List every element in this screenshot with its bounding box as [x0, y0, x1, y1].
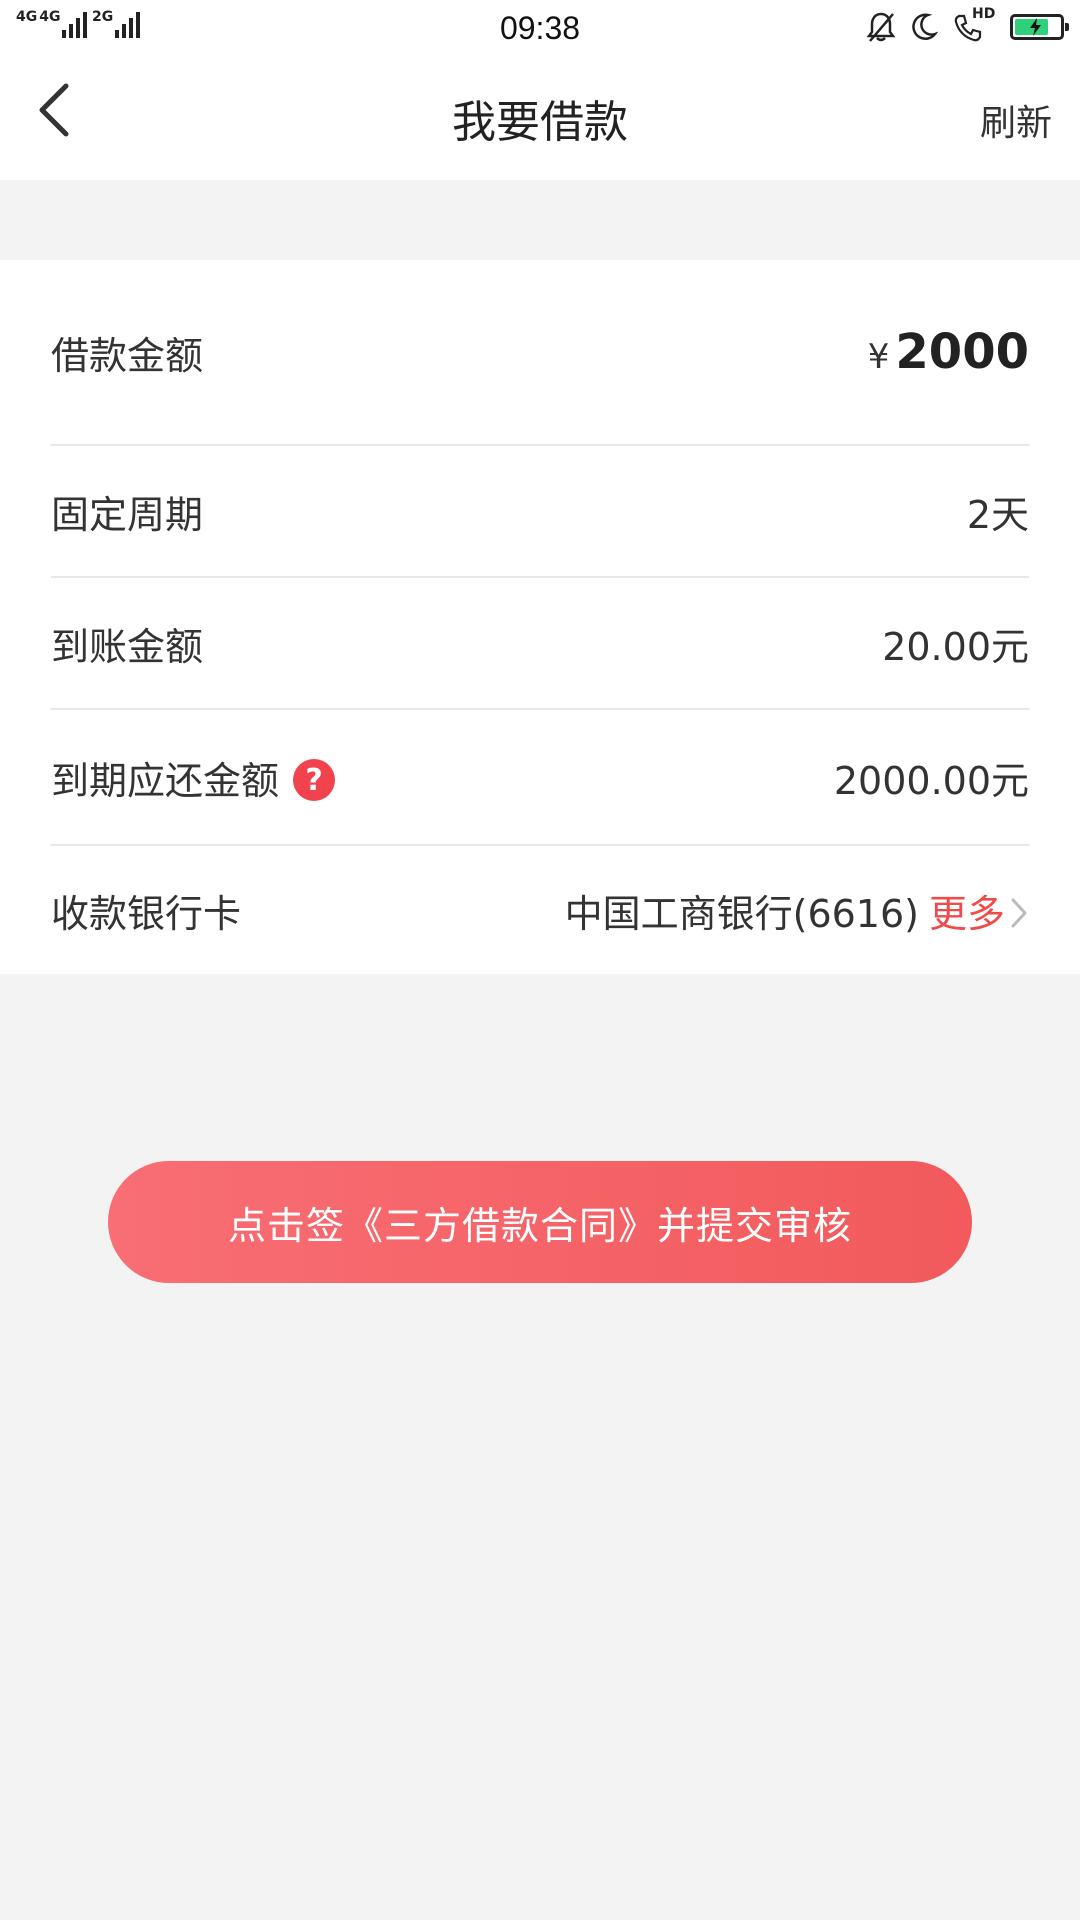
due-amount-value: 2000.00元 [833, 758, 1029, 803]
bank-card-value-wrap: 中国工商银行(6616) 更多 [565, 883, 1029, 938]
due-amount-label: 到期应还金额 [51, 758, 280, 803]
page-title: 我要借款 [452, 97, 628, 148]
refresh-button[interactable]: 刷新 [980, 94, 1052, 146]
bank-card-label: 收款银行卡 [51, 891, 242, 936]
due-amount-label-wrap: 到期应还金额 ? [51, 750, 336, 805]
moon-icon [910, 12, 938, 42]
status-bar: 4G 4G 2G 09:38 HD [0, 0, 1080, 58]
period-value: 2天 [966, 492, 1029, 537]
loan-amount-value: ¥ 2000 [868, 324, 1029, 380]
currency-symbol: ¥ [867, 337, 890, 377]
period-label: 固定周期 [51, 492, 204, 537]
help-icon[interactable]: ? [293, 759, 336, 801]
loan-amount-row: 借款金额 ¥ 2000 [51, 260, 1029, 446]
sign-contract-submit-button[interactable]: 点击签《三方借款合同》并提交审核 [108, 1161, 972, 1283]
received-amount-label: 到账金额 [51, 624, 204, 669]
bank-card-value: 中国工商银行(6616) [564, 891, 919, 936]
chevron-right-icon[interactable] [1009, 896, 1029, 930]
period-row: 固定周期 2天 [51, 446, 1029, 578]
loan-amount-number: 2000 [895, 324, 1029, 380]
more-banks-link[interactable]: 更多 [929, 883, 1005, 938]
nav-bar: 我要借款 刷新 [0, 58, 1080, 180]
status-icons: HD [866, 6, 1069, 44]
loan-details-card: 借款金额 ¥ 2000 固定周期 2天 到账金额 20.00元 到期应还金额 ?… [0, 260, 1080, 974]
hd-label: HD [972, 6, 996, 22]
bell-muted-icon [866, 11, 896, 43]
battery-charging-icon [1010, 14, 1069, 40]
received-amount-row: 到账金额 20.00元 [51, 578, 1029, 710]
due-amount-row: 到期应还金额 ? 2000.00元 [51, 710, 1029, 846]
received-amount-value: 20.00元 [882, 624, 1029, 669]
hd-call-icon: HD [952, 6, 996, 44]
top-bar: 4G 4G 2G 09:38 HD 我要借款 刷新 [0, 0, 1080, 180]
loan-amount-label: 借款金额 [51, 333, 204, 378]
bank-card-row[interactable]: 收款银行卡 中国工商银行(6616) 更多 [51, 846, 1029, 974]
